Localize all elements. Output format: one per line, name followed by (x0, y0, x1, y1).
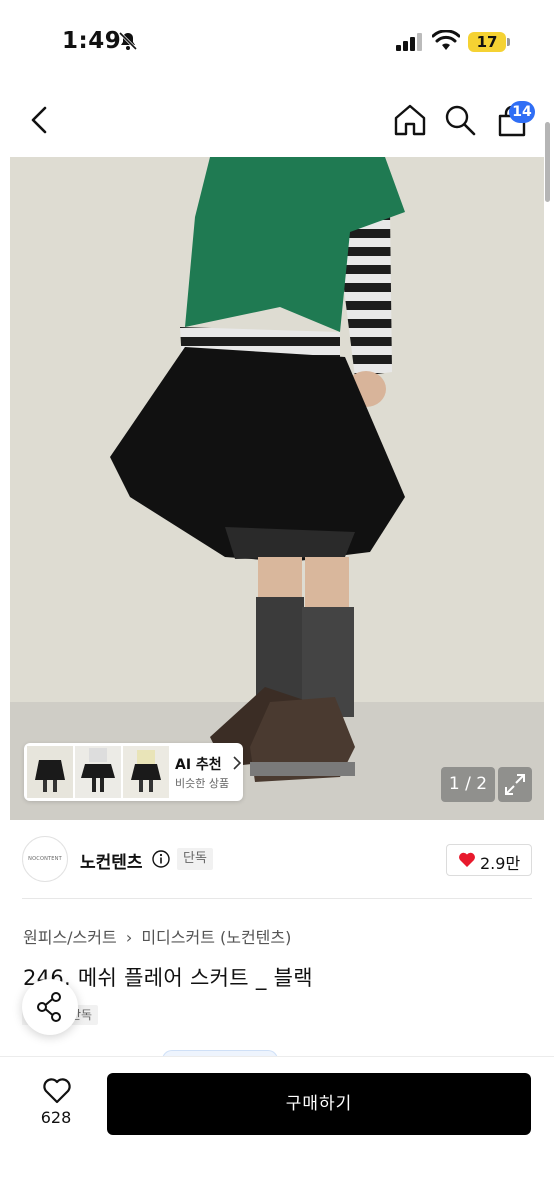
home-icon[interactable] (392, 102, 428, 138)
store-name[interactable]: 노컨텐츠 (80, 848, 143, 873)
wishlist-count: 628 (40, 1108, 72, 1127)
exclusive-badge: 단독 (177, 848, 213, 870)
ai-recommend-card[interactable]: AI 추천 비슷한 상품 (24, 743, 243, 801)
ai-recommend-title: AI 추천 (175, 757, 222, 773)
similar-product-thumb[interactable] (27, 746, 73, 798)
divider (22, 898, 532, 899)
buy-button[interactable]: 구매하기 (107, 1073, 531, 1135)
store-like-button[interactable]: 2.9만 (446, 844, 532, 876)
cart-count-badge: 14 (509, 101, 535, 123)
search-icon[interactable] (442, 102, 478, 138)
heart-outline-icon[interactable] (42, 1076, 72, 1104)
chevron-left-icon[interactable] (22, 102, 58, 138)
expand-button[interactable] (498, 767, 532, 802)
product-photo[interactable] (10, 157, 544, 820)
share-icon (37, 992, 61, 1022)
info-icon[interactable] (152, 850, 170, 868)
breadcrumb-subcategory[interactable]: 미디스커트 (노컨텐츠) (141, 928, 291, 947)
silent-bell-icon (118, 31, 138, 51)
heart-filled-icon (459, 852, 475, 867)
chevron-right-icon (233, 756, 242, 770)
store-logo[interactable]: NOCONTENT (22, 836, 68, 882)
page-scrollbar[interactable] (545, 122, 550, 202)
battery-indicator: 17 (468, 32, 506, 52)
similar-product-thumb[interactable] (123, 746, 169, 798)
chevron-right-icon: › (125, 928, 133, 947)
expand-icon (505, 774, 525, 795)
battery-nub (507, 38, 510, 46)
image-page-indicator: 1 / 2 (441, 767, 495, 802)
status-time: 1:49 (62, 28, 122, 54)
share-button[interactable] (22, 979, 78, 1035)
product-photo-illustration (10, 157, 544, 820)
like-count: 2.9만 (480, 854, 521, 873)
similar-product-thumb[interactable] (75, 746, 121, 798)
breadcrumb: 원피스/스커트 › 미디스커트 (노컨텐츠) (23, 924, 291, 948)
breadcrumb-category[interactable]: 원피스/스커트 (23, 928, 117, 947)
wifi-icon (432, 30, 460, 50)
cellular-signal-icon (396, 33, 422, 51)
ai-recommend-subtitle: 비슷한 상품 (175, 777, 230, 790)
